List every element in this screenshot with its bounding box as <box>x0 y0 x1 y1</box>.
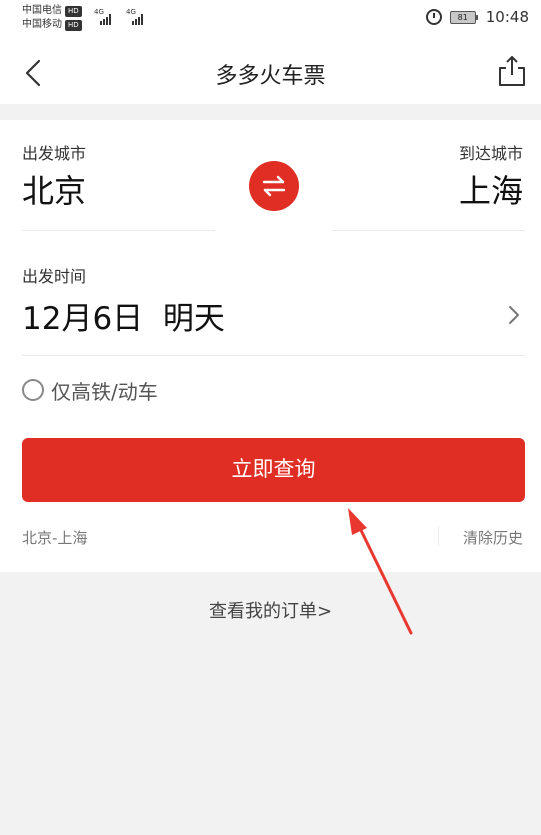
clock: 10:48 <box>485 8 529 26</box>
hd-badge: HD <box>65 5 82 17</box>
carrier-info: 中国电信 HD 中国移动 HD <box>22 4 82 32</box>
status-right: 81 10:48 <box>425 8 529 26</box>
share-icon[interactable] <box>497 55 527 87</box>
carrier-2: 中国移动 <box>22 19 62 30</box>
divider <box>22 230 215 231</box>
search-now-button[interactable]: 立即查询 <box>22 438 525 502</box>
chevron-right-icon[interactable] <box>507 303 521 327</box>
departure-date-value[interactable]: 12月6日 明天 <box>22 293 225 338</box>
divider <box>22 355 525 356</box>
page-title: 多多火车票 <box>215 64 326 89</box>
arrival-city[interactable]: 上海 <box>459 166 523 212</box>
swap-arrows-icon <box>262 175 286 197</box>
ticket-search-card: 出发城市 北京 到达城市 上海 出发时间 12月6日 明天 仅高铁/动车 立即查… <box>0 120 541 572</box>
signal-strength-icon: 4G <box>126 9 152 25</box>
clear-history-button[interactable]: 清除历史 <box>463 527 523 548</box>
signal-strength-icon: 4G <box>94 9 120 25</box>
my-orders-link[interactable]: 查看我的订单> <box>209 597 332 623</box>
battery-icon: 81 <box>449 10 478 24</box>
nav-bar: 多多火车票 <box>0 40 541 104</box>
high-speed-only-radio[interactable] <box>22 379 44 401</box>
my-orders-link-row: 查看我的订单> <box>0 597 541 623</box>
status-bar: 中国电信 HD 中国移动 HD 4G 4G 81 10:48 <box>0 0 541 40</box>
departure-date-label: 出发时间 <box>22 267 87 286</box>
arrival-city-label: 到达城市 <box>458 144 523 163</box>
signal-indicators: 4G 4G <box>94 9 152 25</box>
search-history-item[interactable]: 北京-上海 <box>22 527 87 548</box>
carrier-1: 中国电信 <box>22 5 62 16</box>
alarm-icon <box>425 9 442 25</box>
departure-city[interactable]: 北京 <box>22 166 86 212</box>
divider <box>438 526 439 546</box>
battery-level: 81 <box>449 10 476 24</box>
hd-badge: HD <box>65 19 82 31</box>
swap-cities-button[interactable] <box>249 161 299 211</box>
high-speed-only-label[interactable]: 仅高铁/动车 <box>51 376 158 405</box>
divider <box>332 230 525 231</box>
departure-city-label: 出发城市 <box>22 144 87 163</box>
